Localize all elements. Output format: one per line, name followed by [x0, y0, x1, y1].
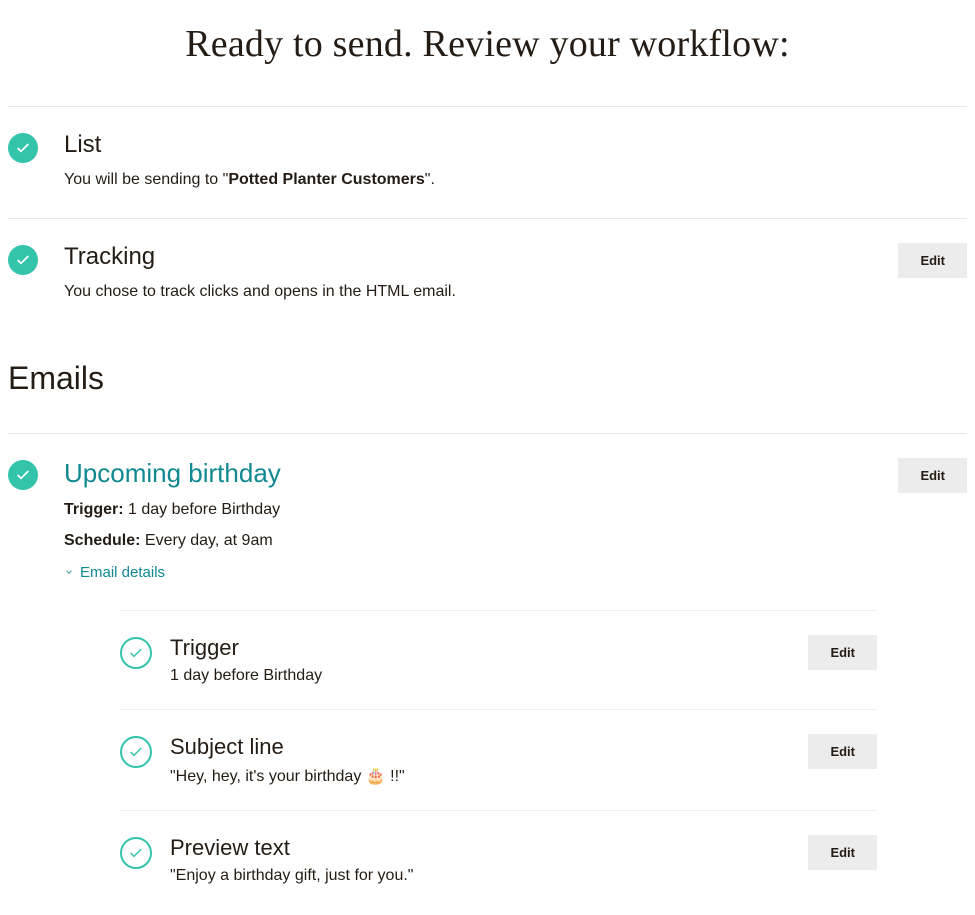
- trigger-label: Trigger: [170, 635, 787, 661]
- trigger-desc: 1 day before Birthday: [170, 667, 787, 685]
- page-title: Ready to send. Review your workflow:: [8, 22, 967, 66]
- email-schedule-line: Schedule: Every day, at 9am: [64, 528, 877, 554]
- subsection-preview: Preview text "Enjoy a birthday gift, jus…: [120, 810, 877, 885]
- check-icon: [8, 245, 38, 275]
- edit-tracking-button[interactable]: Edit: [898, 243, 967, 278]
- edit-email-button[interactable]: Edit: [898, 458, 967, 493]
- section-list: List You will be sending to "Potted Plan…: [8, 106, 967, 218]
- tracking-label: Tracking: [64, 243, 877, 272]
- email-details-toggle[interactable]: Email details: [64, 564, 165, 581]
- check-outline-icon: [120, 637, 152, 669]
- subsection-subject: Subject line "Hey, hey, it's your birthd…: [120, 709, 877, 810]
- check-icon: [8, 133, 38, 163]
- section-tracking: Tracking You chose to track clicks and o…: [8, 218, 967, 330]
- check-outline-icon: [120, 837, 152, 869]
- subject-label: Subject line: [170, 734, 787, 760]
- edit-trigger-button[interactable]: Edit: [808, 635, 877, 670]
- edit-preview-button[interactable]: Edit: [808, 835, 877, 870]
- email-title[interactable]: Upcoming birthday: [64, 458, 877, 489]
- subject-desc: "Hey, hey, it's your birthday 🎂 !!": [170, 766, 787, 786]
- chevron-down-icon: [64, 567, 74, 577]
- check-outline-icon: [120, 736, 152, 768]
- check-icon: [8, 460, 38, 490]
- tracking-description: You chose to track clicks and opens in t…: [64, 280, 877, 304]
- edit-subject-button[interactable]: Edit: [808, 734, 877, 769]
- list-label: List: [64, 131, 877, 160]
- subsection-trigger: Trigger 1 day before Birthday Edit: [120, 610, 877, 709]
- emails-heading: Emails: [8, 360, 967, 397]
- section-email-upcoming-birthday: Upcoming birthday Trigger: 1 day before …: [8, 433, 967, 886]
- preview-desc: "Enjoy a birthday gift, just for you.": [170, 867, 787, 885]
- list-description: You will be sending to "Potted Planter C…: [64, 168, 877, 192]
- preview-label: Preview text: [170, 835, 787, 861]
- email-details-panel: Trigger 1 day before Birthday Edit Subje…: [120, 610, 877, 885]
- list-name: Potted Planter Customers: [228, 171, 424, 188]
- email-trigger-line: Trigger: 1 day before Birthday: [64, 497, 877, 523]
